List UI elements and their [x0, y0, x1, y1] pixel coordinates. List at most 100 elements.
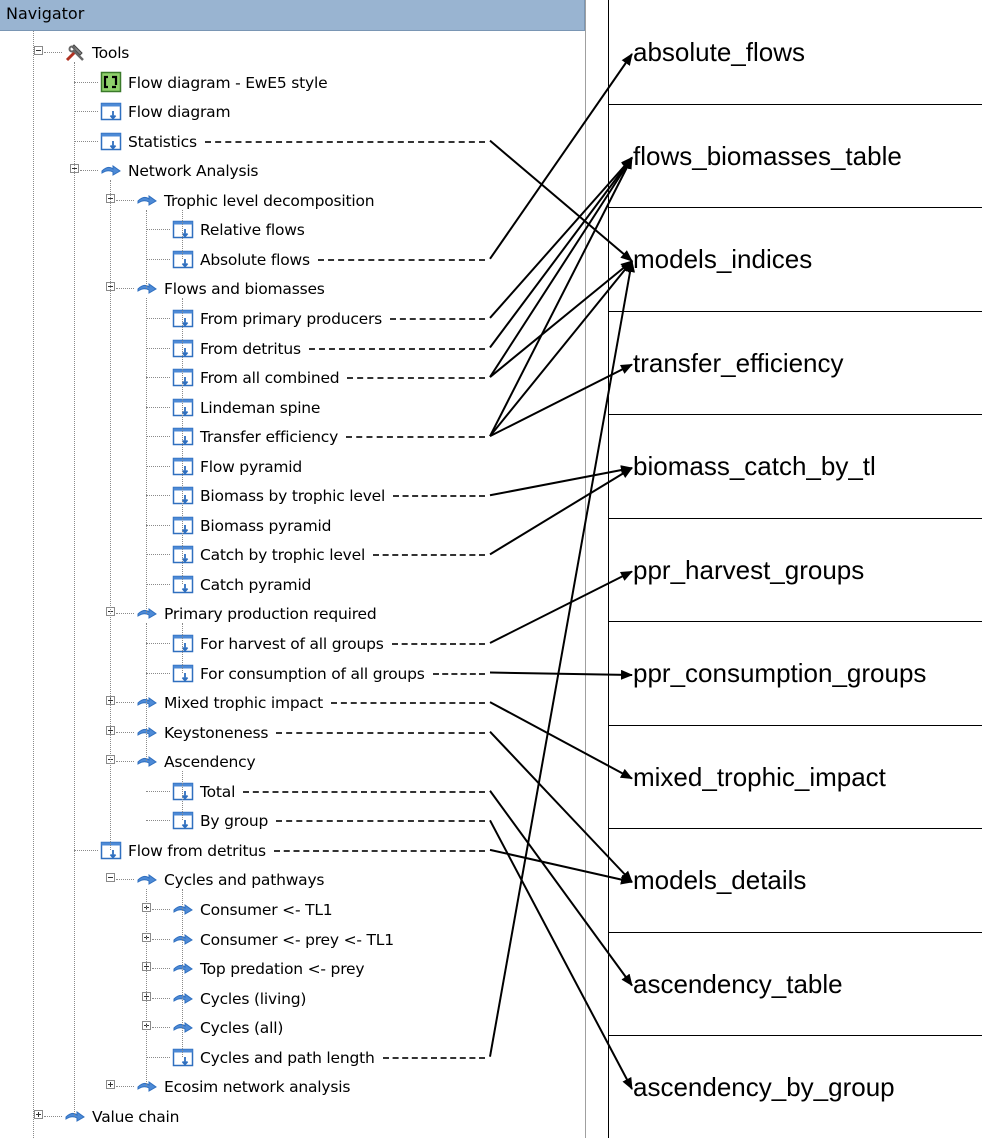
tree-item-label: Consumer <- prey <- TL1 [200, 930, 394, 949]
tree-item-consumer-tl1[interactable]: Consumer <- TL1 [0, 897, 585, 921]
tree-connector [182, 623, 183, 673]
tree-item-value-chain[interactable]: Value chain [0, 1104, 585, 1128]
tree-item-label: Flow diagram [128, 103, 231, 122]
tree-connector [146, 820, 170, 822]
tree-item-trophic-level-decomposition[interactable]: Trophic level decomposition [0, 188, 585, 212]
tree-connector [74, 111, 98, 113]
tree-item-cycles-and-pathways[interactable]: Cycles and pathways [0, 867, 585, 891]
tree-item-flow-from-detritus[interactable]: Flow from detritus [0, 838, 585, 862]
tree-item-catch-pyramid[interactable]: Catch pyramid [0, 572, 585, 596]
tree-connector [146, 495, 170, 497]
tree-item-flow-diagram-ewe5-style[interactable]: Flow diagram - EwE5 style [0, 70, 585, 94]
form-icon [172, 573, 194, 595]
tree-connector [152, 908, 170, 910]
tree-item-label: Catch pyramid [200, 575, 312, 594]
tree-connector [44, 52, 62, 53]
tree-item-from-primary-producers[interactable]: From primary producers [0, 306, 585, 330]
tree-item-label: Top predation <- prey [200, 960, 365, 979]
tree-item-tools[interactable]: Tools [0, 40, 585, 64]
tree-item-label: Statistics [128, 132, 197, 151]
tree-connector [146, 583, 170, 585]
tree-item-catch-by-trophic-level[interactable]: Catch by trophic level [0, 542, 585, 566]
tree-item-relative-flows[interactable]: Relative flows [0, 217, 585, 241]
arrow-icon [172, 957, 194, 979]
tree-connector [74, 849, 98, 851]
leader-line [243, 790, 485, 793]
tree-item-primary-production-required[interactable]: Primary production required [0, 601, 585, 625]
tree-item-cycles-and-path-length[interactable]: Cycles and path length [0, 1045, 585, 1069]
form-icon [172, 307, 194, 329]
tree-item-absolute-flows[interactable]: Absolute flows [0, 247, 585, 271]
arrow-icon [64, 1105, 86, 1127]
tree-item-ecosim-network-analysis[interactable]: Ecosim network analysis [0, 1074, 585, 1098]
tree-item-lindeman-spine[interactable]: Lindeman spine [0, 395, 585, 419]
tree-item-label: Flow diagram - EwE5 style [128, 73, 328, 92]
tree-item-mixed-trophic-impact[interactable]: Mixed trophic impact [0, 690, 585, 714]
tree-connector [146, 554, 170, 556]
tree-item-statistics[interactable]: Statistics [0, 129, 585, 153]
tree-item-ascendency[interactable]: Ascendency [0, 749, 585, 773]
tree-connector [146, 436, 170, 438]
tree-connector [116, 702, 134, 704]
table-name: absolute_flows [633, 37, 805, 67]
tree-item-from-all-combined[interactable]: From all combined [0, 365, 585, 389]
tree-item-flow-diagram[interactable]: Flow diagram [0, 99, 585, 123]
form-icon [100, 100, 122, 122]
tree-item-by-group[interactable]: By group [0, 808, 585, 832]
collapse-icon[interactable] [106, 873, 115, 883]
leader-line [204, 140, 485, 143]
tree-item-flows-and-biomasses[interactable]: Flows and biomasses [0, 276, 585, 300]
tree-item-transfer-efficiency[interactable]: Transfer efficiency [0, 424, 585, 448]
tree-connector [182, 889, 183, 1057]
form-icon [172, 514, 194, 536]
tree-connector [146, 377, 170, 379]
tree-connector [116, 288, 134, 290]
tree-item-label: Network Analysis [128, 162, 259, 181]
form-icon [172, 248, 194, 270]
tree-item-flow-pyramid[interactable]: Flow pyramid [0, 454, 585, 478]
arrow-icon [136, 189, 158, 211]
tree-item-biomass-by-trophic-level[interactable]: Biomass by trophic level [0, 483, 585, 507]
tree-item-for-harvest-of-all-groups[interactable]: For harvest of all groups [0, 631, 585, 655]
tree-connector [146, 524, 170, 526]
tree-item-from-detritus[interactable]: From detritus [0, 336, 585, 360]
form-icon [172, 366, 194, 388]
tree-connector [182, 298, 183, 584]
tree-connector [146, 623, 147, 762]
flow-diagram-ewe5-icon [100, 71, 122, 93]
collapse-icon[interactable] [34, 46, 43, 55]
tree-item-top-predation-prey[interactable]: Top predation <- prey [0, 956, 585, 980]
tree-connector [116, 879, 134, 881]
tree-item-cycles-living[interactable]: Cycles (living) [0, 986, 585, 1010]
arrow-icon [172, 928, 194, 950]
tree-item-consumer-prey-tl1[interactable]: Consumer <- prey <- TL1 [0, 927, 585, 951]
tree-item-label: Primary production required [164, 605, 377, 624]
tree-item-cycles-all[interactable]: Cycles (all) [0, 1015, 585, 1039]
tree-item-keystoneness[interactable]: Keystoneness [0, 720, 585, 744]
tree-connector [152, 997, 170, 999]
tree-item-label: Total [200, 782, 236, 801]
tree-connector [146, 317, 170, 319]
tree-item-label: Mixed trophic impact [164, 694, 324, 713]
tree-item-label: Cycles and path length [200, 1048, 375, 1067]
form-icon [172, 396, 194, 418]
form-icon [172, 218, 194, 240]
table-name: ascendency_table [633, 968, 843, 999]
tree-item-label: Biomass pyramid [200, 516, 332, 535]
tree-item-label: Lindeman spine [200, 398, 321, 417]
leader-line [276, 731, 485, 734]
tree-item-total[interactable]: Total [0, 779, 585, 803]
tree-item-for-consumption-of-all-groups[interactable]: For consumption of all groups [0, 661, 585, 685]
navigator-title: Navigator [6, 4, 85, 23]
arrow-icon [172, 898, 194, 920]
tree-connector [152, 968, 170, 970]
tree-item-network-analysis[interactable]: Network Analysis [0, 158, 585, 182]
tree-item-label: Cycles and pathways [164, 871, 325, 890]
tree-connector [116, 613, 134, 615]
expand-icon[interactable] [34, 1109, 43, 1119]
expand-icon[interactable] [106, 1080, 115, 1090]
tree-item-biomass-pyramid[interactable]: Biomass pyramid [0, 513, 585, 537]
form-icon [172, 425, 194, 447]
tree-connector [152, 938, 170, 940]
tree-item-label: Flow pyramid [200, 457, 303, 476]
